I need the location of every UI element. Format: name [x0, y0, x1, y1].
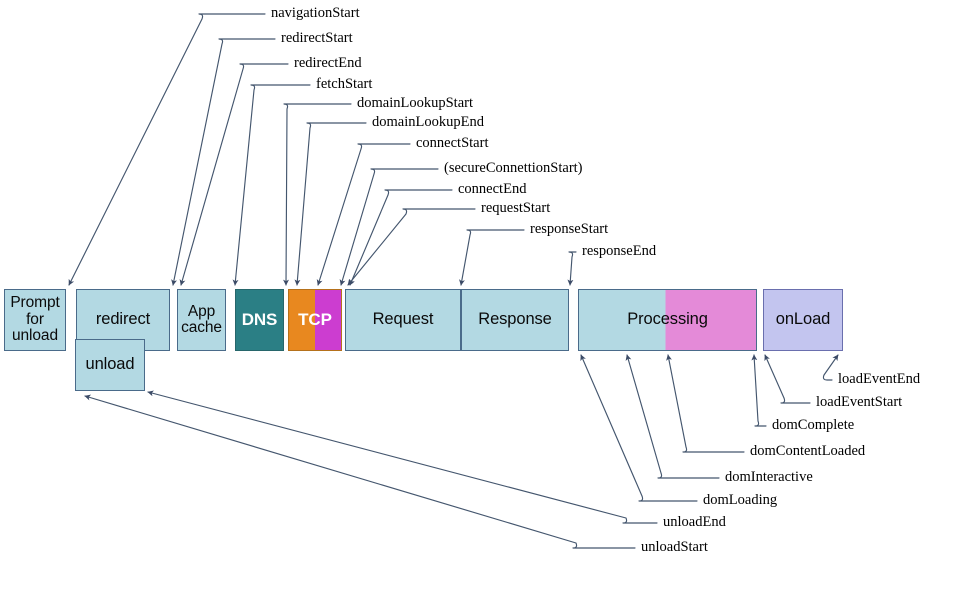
phase-box-prompt-for-unload[interactable]: Prompt for unload [4, 289, 66, 351]
phase-box-label: TCP [298, 309, 332, 329]
event-label-domComplete: domComplete [772, 417, 855, 433]
phase-box-label-line: cache [181, 319, 222, 336]
phase-box-label-line: DNS [241, 309, 278, 329]
leader-connectStart [316, 143, 411, 286]
phase-box-label-line: unload [85, 355, 135, 374]
event-label-domainLookupEnd: domainLookupEnd [372, 114, 484, 130]
phase-box-label: unload [85, 355, 135, 374]
event-label-redirectStart: redirectStart [281, 30, 353, 46]
event-label-navigationStart: navigationStart [271, 5, 360, 21]
phase-box-onload[interactable]: onLoad [763, 289, 843, 351]
phase-box-label: Response [478, 310, 552, 329]
phase-box-label: Processing [627, 310, 708, 329]
phase-box-app-cache[interactable]: App cache [177, 289, 226, 351]
leader-fetchStart [232, 84, 311, 286]
phase-box-label-line: Prompt [10, 294, 60, 312]
event-label-connectStart: connectStart [416, 135, 489, 151]
phase-box-dns[interactable]: DNS [235, 289, 284, 351]
event-label-requestStart: requestStart [481, 200, 551, 216]
leader-domLoading [580, 354, 698, 502]
phase-box-response[interactable]: Response [461, 289, 569, 351]
event-label-unloadStart: unloadStart [641, 539, 708, 555]
phase-box-label-line: App [187, 302, 216, 320]
event-label-secureConnectionStart: (secureConnettionStart) [444, 160, 583, 176]
event-label-connectEnd: connectEnd [458, 181, 527, 197]
phase-box-label-line: unload [12, 327, 58, 345]
leader-redirectStart [171, 38, 276, 286]
leader-unloadStart [84, 394, 636, 549]
phase-box-label-line: TCP [298, 309, 332, 329]
phase-box-request[interactable]: Request [345, 289, 461, 351]
event-label-responseStart: responseStart [530, 221, 609, 237]
event-label-domLoading: domLoading [703, 492, 778, 508]
leader-loadEventStart [764, 354, 811, 404]
event-label-unloadEnd: unloadEnd [663, 514, 726, 530]
phase-box-label: App cache [181, 302, 222, 337]
phase-box-label: onLoad [775, 310, 831, 329]
leader-connectEnd [349, 189, 453, 286]
leader-secureConnectionStart [339, 168, 439, 286]
phase-box-label: Request [372, 310, 434, 329]
event-label-loadEventEnd: loadEventEnd [838, 371, 921, 387]
event-label-fetchStart: fetchStart [316, 76, 373, 92]
phase-box-tcp[interactable]: TCP [288, 289, 342, 351]
leader-domainLookupStart [283, 103, 352, 286]
phase-box-label-line: Request [372, 310, 434, 329]
event-label-domainLookupStart: domainLookupStart [357, 95, 473, 111]
phase-box-label-line: Processing [627, 310, 708, 329]
leader-navigationStart [68, 13, 266, 286]
phase-box-label-line: Response [478, 310, 552, 329]
phase-box-label-line: redirect [95, 310, 151, 329]
leader-redirectEnd [179, 63, 289, 286]
phase-box-processing[interactable]: Processing [578, 289, 757, 351]
leader-loadEventEnd [822, 354, 839, 381]
leader-domainLookupEnd [294, 122, 367, 286]
phase-box-label: Prompt for unload [10, 294, 60, 345]
leader-responseStart [459, 229, 525, 286]
leader-unloadEnd [147, 390, 658, 524]
navigation-timing-diagram: navigationStart redirectStart redirectEnd f… [0, 0, 959, 612]
phase-box-label-line: onLoad [775, 310, 831, 329]
leader-domContentLoaded [666, 354, 745, 453]
phase-box-label-line: for [26, 310, 44, 328]
phase-box-label: DNS [241, 309, 278, 329]
event-label-domInteractive: domInteractive [725, 469, 813, 485]
event-label-loadEventStart: loadEventStart [816, 394, 903, 410]
leader-requestStart [347, 208, 476, 286]
leader-domComplete [751, 354, 767, 427]
event-label-redirectEnd: redirectEnd [294, 55, 362, 71]
leader-domInteractive [625, 354, 720, 479]
leader-responseEnd [567, 251, 577, 286]
phase-box-unload[interactable]: unload [75, 339, 145, 391]
phase-box-label: redirect [95, 310, 151, 329]
event-label-domContentLoaded: domContentLoaded [750, 443, 866, 459]
event-label-responseEnd: responseEnd [582, 243, 657, 259]
